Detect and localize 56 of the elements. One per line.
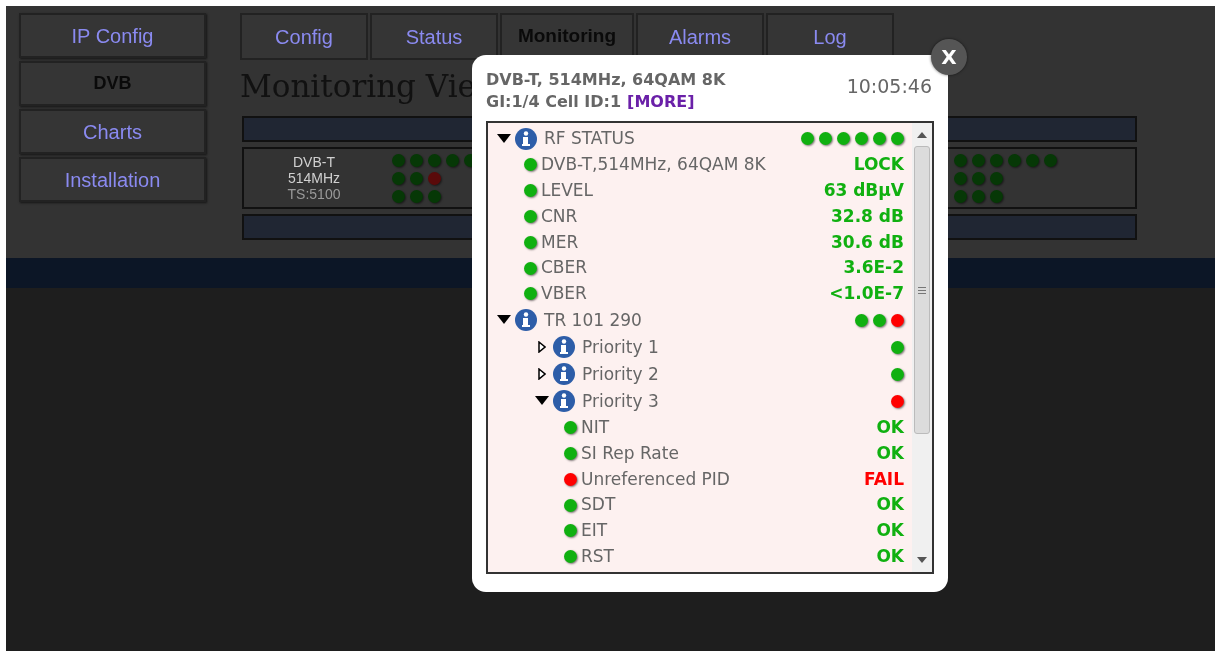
- caret-down-icon[interactable]: [497, 133, 511, 144]
- tree-label: EIT: [581, 519, 608, 543]
- info-icon: [552, 335, 576, 360]
- status-value: 30.6 dB: [831, 230, 904, 254]
- scrollbar[interactable]: [912, 123, 932, 572]
- status-value: 32.8 dB: [831, 204, 904, 228]
- info-icon: [552, 389, 576, 414]
- status-value: OK: [876, 415, 904, 439]
- tree-label: DVB-T,514MHz, 64QAM 8K: [541, 153, 766, 177]
- more-link[interactable]: [MORE]: [627, 91, 695, 113]
- info-icon: [552, 362, 576, 387]
- caret-down-icon[interactable]: [497, 315, 511, 326]
- tree-label[interactable]: RF STATUS: [544, 125, 635, 152]
- tab[interactable]: Config: [240, 13, 368, 60]
- channel-info: TS:5100: [287, 186, 341, 202]
- tree-label[interactable]: Priority 1: [582, 334, 659, 361]
- caret-right-icon[interactable]: [538, 341, 546, 354]
- caret-down-icon[interactable]: [535, 396, 549, 407]
- sidebar-item[interactable]: Charts: [19, 109, 206, 154]
- status-value: OK: [876, 544, 904, 568]
- status-value: OK: [876, 519, 904, 543]
- status-value: 3.6E-2: [843, 256, 904, 280]
- dialog-heading: DVB-T, 514MHz, 64QAM 8K: [486, 69, 726, 91]
- channel-info: DVB-T: [293, 154, 335, 170]
- tree-label: SI Rep Rate: [581, 441, 679, 465]
- tree-label: Unreferenced PID: [581, 467, 730, 491]
- tree-label[interactable]: TR 101 290: [544, 307, 642, 334]
- status-value: FAIL: [864, 467, 904, 491]
- tree-label: LEVEL: [541, 178, 594, 202]
- status-value: OK: [876, 441, 904, 465]
- scroll-up-icon[interactable]: [917, 132, 927, 138]
- tree-label: MER: [541, 230, 579, 254]
- time-label: 10:05:46: [846, 74, 932, 99]
- tab[interactable]: Status: [370, 13, 498, 60]
- info-icon: [514, 308, 538, 333]
- caret-right-icon[interactable]: [538, 368, 546, 381]
- status-value: 63 dBμV: [823, 178, 904, 202]
- status-value: OK: [876, 493, 904, 517]
- tree-label: RST: [581, 544, 614, 568]
- tree-label: VBER: [541, 282, 587, 306]
- grip-icon: [918, 286, 926, 294]
- channel-info: 514MHz: [287, 170, 341, 186]
- tree-label[interactable]: Priority 3: [582, 388, 659, 415]
- scroll-down-icon[interactable]: [917, 557, 927, 563]
- scroll-thumb[interactable]: [914, 146, 930, 434]
- sidebar-item[interactable]: IP Config: [19, 13, 206, 58]
- tree-label: CBER: [541, 256, 588, 280]
- sidebar-item[interactable]: Installation: [19, 157, 206, 202]
- tree-label[interactable]: Priority 2: [582, 361, 659, 388]
- dialog-subheading: GI:1/4 Cell ID:1: [486, 91, 622, 113]
- tree-label: SDT: [581, 493, 616, 517]
- status-value: <1.0E-7: [829, 282, 904, 306]
- status-value: LOCK: [853, 153, 904, 177]
- tree-label: NIT: [581, 415, 610, 439]
- info-icon: [514, 126, 538, 151]
- tree-label: CNR: [541, 204, 578, 228]
